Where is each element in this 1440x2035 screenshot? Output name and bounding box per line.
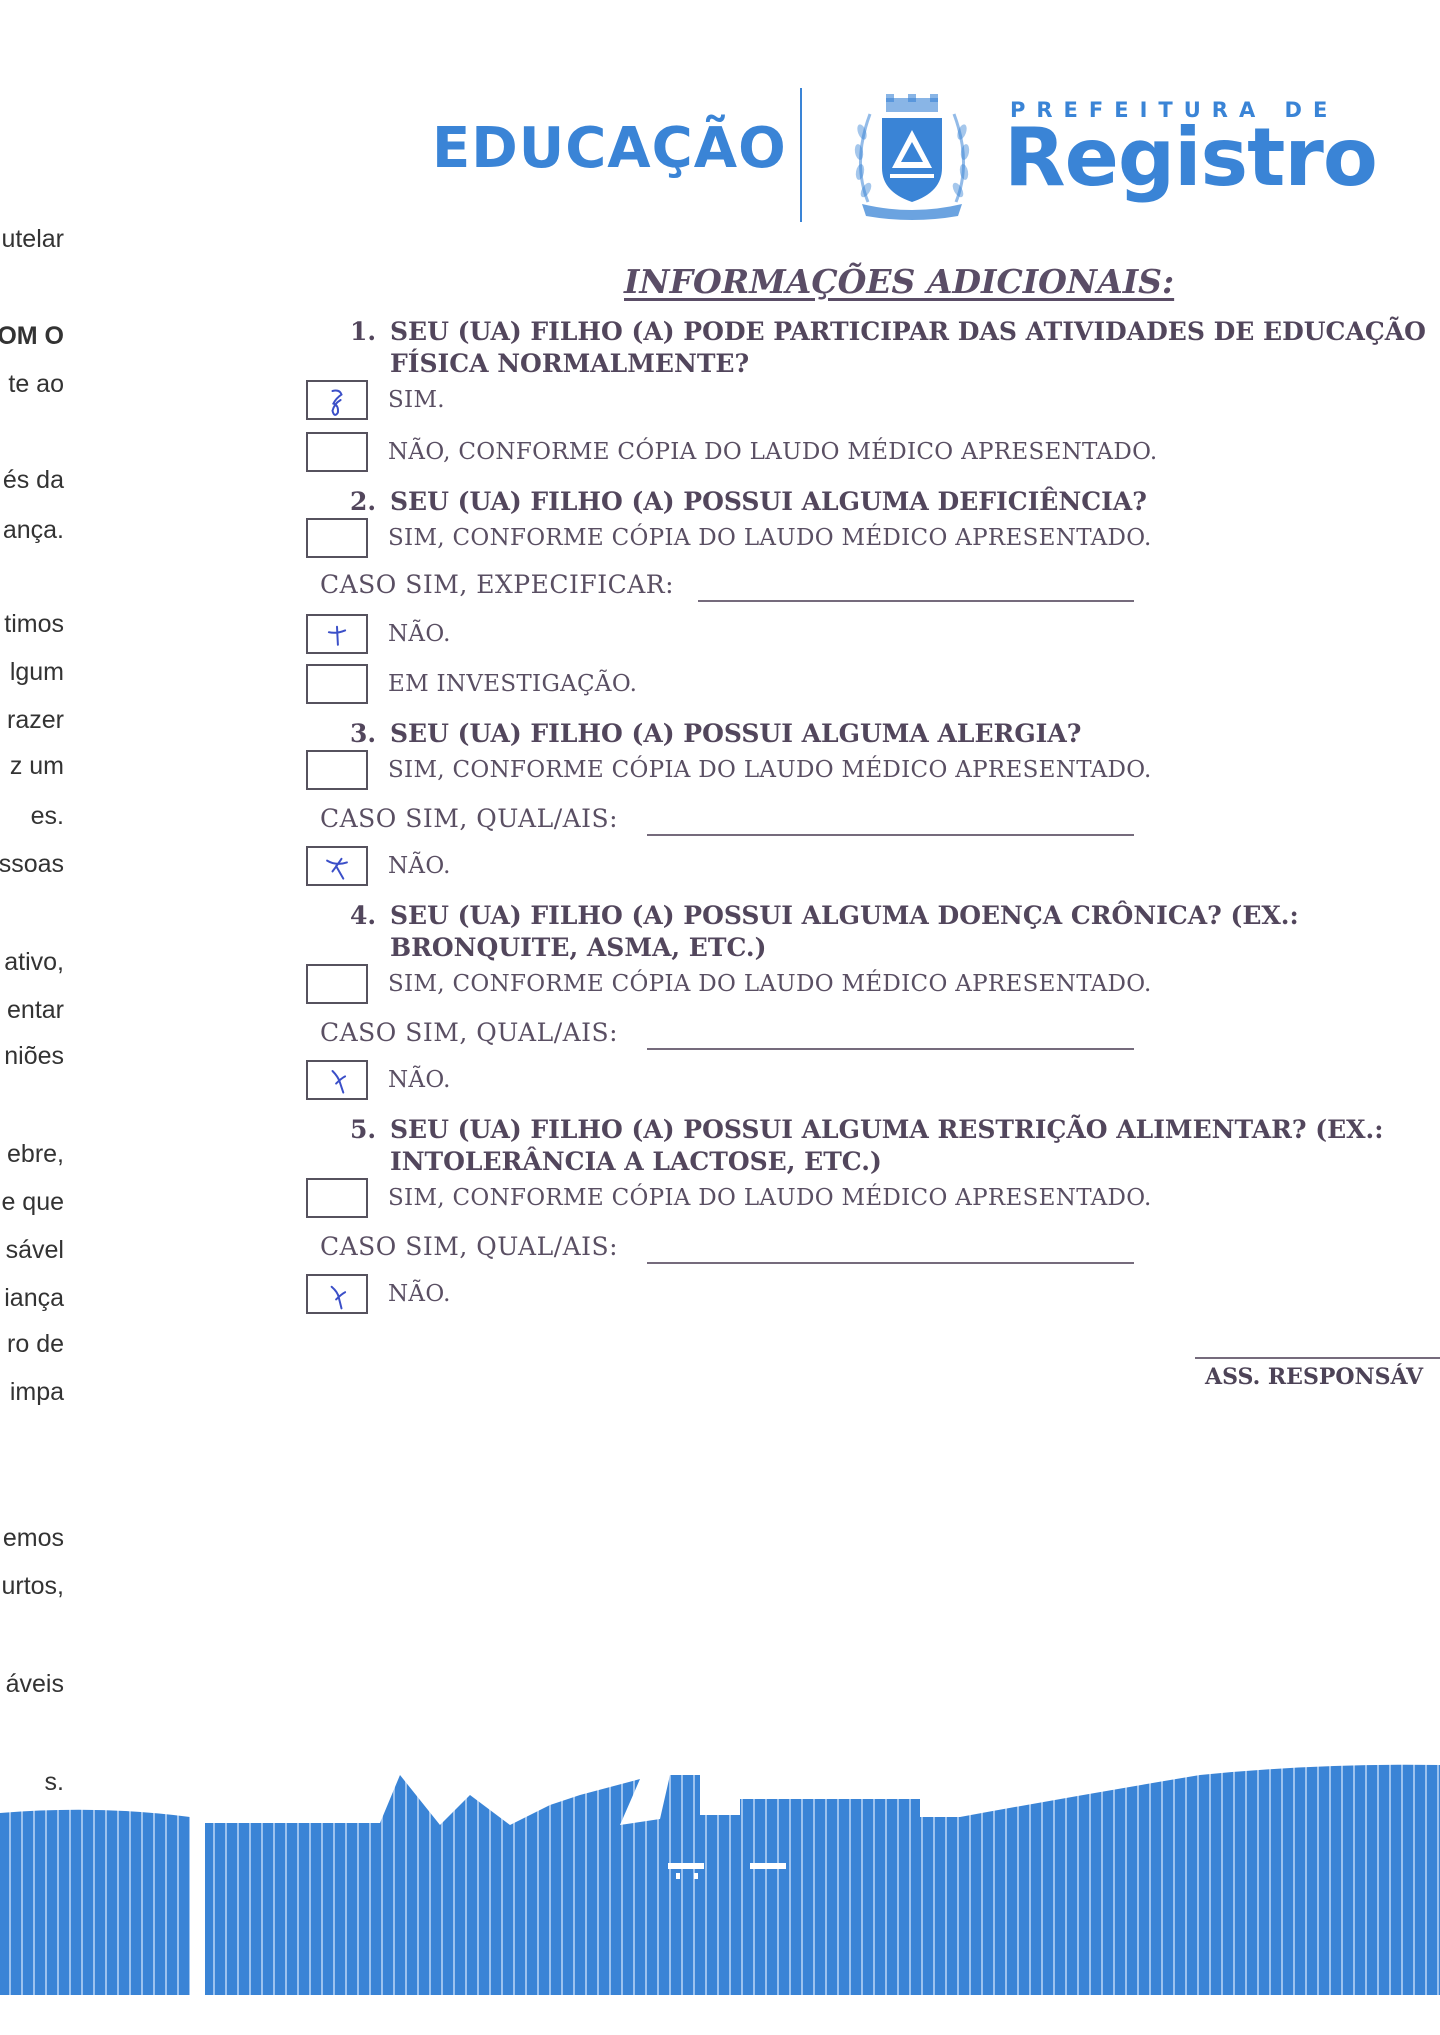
question-text: SEU (UA) FILHO (A) POSSUI ALGUMA ALERGIA…: [390, 719, 1082, 748]
left-fragment: áveis: [5, 1670, 64, 1698]
left-fragment: es.: [30, 802, 64, 830]
question-2: 2. SEU (UA) FILHO (A) POSSUI ALGUMA DEFIC…: [350, 486, 1147, 518]
q4-which-label: CASO SIM, QUAL/AIS:: [320, 1018, 619, 1047]
left-fragment: lgum: [9, 658, 64, 686]
pen-check-mark-icon: [326, 857, 348, 880]
left-fragment: emos: [2, 1524, 64, 1552]
left-fragment: razer: [7, 706, 64, 734]
question-text: SEU (UA) FILHO (A) POSSUI ALGUMA RESTRIÇ…: [390, 1115, 1384, 1144]
q3-which-line[interactable]: [647, 834, 1134, 836]
left-fragment: ativo,: [4, 948, 64, 976]
question-text-continued: BRONQUITE, ASMA, ETC.): [390, 933, 767, 962]
option-label: SIM, CONFORME CÓPIA DO LAUDO MÉDICO APRE…: [388, 757, 1152, 783]
option-q2-nao[interactable]: NÃO.: [306, 614, 451, 654]
left-fragment: sável: [5, 1236, 64, 1264]
question-number: 1.: [350, 317, 377, 346]
option-q2-sim[interactable]: SIM, CONFORME CÓPIA DO LAUDO MÉDICO APRE…: [306, 518, 1152, 558]
question-text: SEU (UA) FILHO (A) PODE PARTICIPAR DAS A…: [390, 317, 1426, 346]
pen-check-mark-icon: [327, 625, 347, 646]
left-fragment: OM O: [0, 322, 64, 350]
form-title: INFORMAÇÕES ADICIONAIS:: [624, 262, 1175, 301]
checkbox[interactable]: [306, 432, 368, 472]
option-label: NÃO.: [388, 621, 451, 647]
option-q4-nao[interactable]: NÃO.: [306, 1060, 451, 1100]
header-divider: [800, 88, 802, 222]
signature-line[interactable]: [1195, 1357, 1440, 1359]
q5-which-label: CASO SIM, QUAL/AIS:: [320, 1232, 619, 1261]
question-3: 3. SEU (UA) FILHO (A) POSSUI ALGUMA ALERG…: [350, 718, 1081, 750]
checkbox[interactable]: [306, 1274, 368, 1314]
left-fragment: niões: [4, 1042, 64, 1070]
left-fragment: és da: [2, 466, 64, 494]
option-label: SIM, CONFORME CÓPIA DO LAUDO MÉDICO APRE…: [388, 1185, 1152, 1211]
city-skyline-footer: [0, 1764, 1440, 1995]
question-number: 3.: [350, 719, 377, 748]
checkbox[interactable]: [306, 1178, 368, 1218]
left-fragment: iança: [4, 1284, 64, 1312]
option-label: SIM, CONFORME CÓPIA DO LAUDO MÉDICO APRE…: [388, 525, 1152, 551]
left-fragment: z um: [9, 752, 64, 780]
checkbox[interactable]: [306, 380, 368, 420]
checkbox[interactable]: [306, 964, 368, 1004]
left-fragment: ebre,: [7, 1140, 64, 1168]
left-fragment: timos: [4, 610, 64, 638]
option-q3-sim[interactable]: SIM, CONFORME CÓPIA DO LAUDO MÉDICO APRE…: [306, 750, 1152, 790]
checkbox[interactable]: [306, 614, 368, 654]
option-label: SIM, CONFORME CÓPIA DO LAUDO MÉDICO APRE…: [388, 971, 1152, 997]
left-fragment: impa: [9, 1378, 64, 1406]
left-fragment: urtos,: [1, 1572, 64, 1600]
option-q5-nao[interactable]: NÃO.: [306, 1274, 451, 1314]
pen-check-mark-icon: [331, 389, 343, 416]
question-number: 4.: [350, 901, 377, 930]
option-q1-sim[interactable]: SIM.: [306, 380, 445, 420]
option-q2-em-investigacao[interactable]: EM INVESTIGAÇÃO.: [306, 664, 637, 704]
left-fragment: ança.: [2, 516, 64, 544]
checkbox[interactable]: [306, 518, 368, 558]
question-5: 5. SEU (UA) FILHO (A) POSSUI ALGUMA RESTR…: [350, 1114, 1383, 1178]
option-label: NÃO.: [388, 1067, 451, 1093]
q3-which-label: CASO SIM, QUAL/AIS:: [320, 804, 619, 833]
city-name: Registro: [1004, 111, 1378, 204]
left-fragment: utelar: [1, 225, 64, 253]
q2-specify-line[interactable]: [698, 600, 1134, 602]
question-number: 5.: [350, 1115, 377, 1144]
option-q3-nao[interactable]: NÃO.: [306, 846, 451, 886]
option-label: EM INVESTIGAÇÃO.: [388, 671, 638, 697]
question-text-continued: FÍSICA NORMALMENTE?: [390, 349, 750, 378]
q4-which-line[interactable]: [647, 1048, 1134, 1050]
checkbox[interactable]: [306, 846, 368, 886]
checkbox[interactable]: [306, 750, 368, 790]
left-fragment: ssoas: [0, 850, 64, 878]
previous-page-edge: utelar OM O te ao és da ança. timos lgum…: [0, 0, 70, 1900]
education-logo-text: EDUCAÇÃO: [432, 116, 787, 181]
question-text: SEU (UA) FILHO (A) POSSUI ALGUMA DOENÇA …: [390, 901, 1299, 930]
option-label: SIM.: [388, 387, 445, 413]
option-label: NÃO, CONFORME CÓPIA DO LAUDO MÉDICO APRE…: [388, 439, 1158, 465]
city-crest-icon: [854, 94, 970, 220]
left-fragment: e que: [1, 1188, 64, 1216]
option-q4-sim[interactable]: SIM, CONFORME CÓPIA DO LAUDO MÉDICO APRE…: [306, 964, 1152, 1004]
pen-check-mark-icon: [330, 1285, 347, 1310]
q5-which-line[interactable]: [647, 1262, 1134, 1264]
question-text: SEU (UA) FILHO (A) POSSUI ALGUMA DEFICIÊ…: [390, 487, 1147, 516]
question-1: 1. SEU (UA) FILHO (A) PODE PARTICIPAR DAS…: [350, 316, 1426, 380]
option-label: NÃO.: [388, 1281, 451, 1307]
checkbox[interactable]: [306, 1060, 368, 1100]
question-4: 4. SEU (UA) FILHO (A) POSSUI ALGUMA DOENÇ…: [350, 900, 1299, 964]
left-fragment: te ao: [8, 370, 64, 398]
option-q5-sim[interactable]: SIM, CONFORME CÓPIA DO LAUDO MÉDICO APRE…: [306, 1178, 1152, 1218]
checkbox[interactable]: [306, 664, 368, 704]
option-q1-nao[interactable]: NÃO, CONFORME CÓPIA DO LAUDO MÉDICO APRE…: [306, 432, 1158, 472]
q2-specify-label: CASO SIM, EXPECIFICAR:: [320, 570, 675, 599]
question-text-continued: INTOLERÂNCIA A LACTOSE, ETC.): [390, 1147, 882, 1176]
left-fragment: ro de: [7, 1330, 64, 1358]
signature-label: ASS. RESPONSÁV: [1205, 1364, 1424, 1390]
pen-check-mark-icon: [331, 1070, 347, 1094]
question-number: 2.: [350, 487, 377, 516]
left-fragment: entar: [7, 996, 64, 1024]
option-label: NÃO.: [388, 853, 451, 879]
